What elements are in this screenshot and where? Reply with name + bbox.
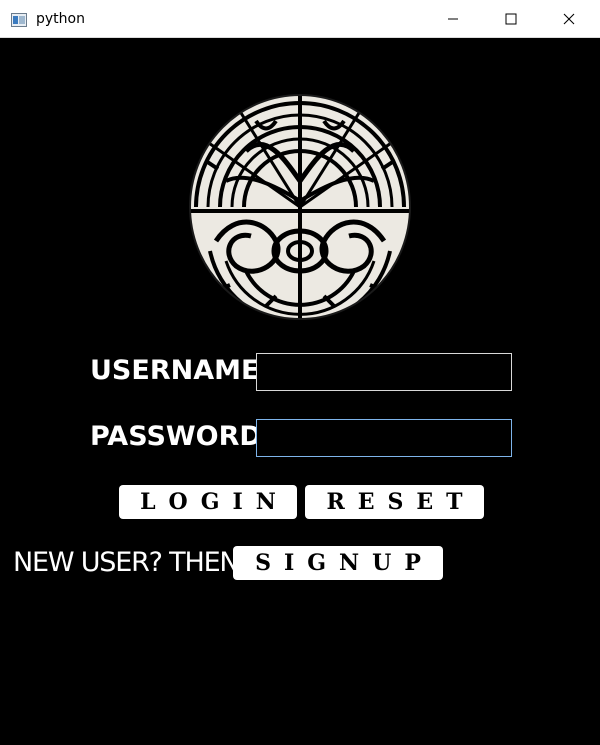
password-input[interactable] xyxy=(256,419,512,457)
username-label: USERNAME xyxy=(90,355,260,386)
signup-prompt: NEW USER? THEN xyxy=(13,547,240,578)
maximize-icon xyxy=(505,13,517,25)
window-app-icon xyxy=(11,13,27,27)
username-input[interactable] xyxy=(256,353,512,391)
minimize-button[interactable] xyxy=(424,0,482,38)
window-title: python xyxy=(36,11,85,27)
close-icon xyxy=(563,13,575,25)
login-button[interactable]: LOGIN xyxy=(119,485,297,519)
signup-button[interactable]: SIGNUP xyxy=(233,546,443,580)
title-bar[interactable]: python xyxy=(0,0,600,38)
close-button[interactable] xyxy=(540,0,598,38)
reset-button[interactable]: RESET xyxy=(305,485,484,519)
maximize-button[interactable] xyxy=(482,0,540,38)
minimize-icon xyxy=(448,18,458,20)
celtic-knot-emblem xyxy=(189,94,411,320)
password-label: PASSWORD xyxy=(90,421,262,452)
